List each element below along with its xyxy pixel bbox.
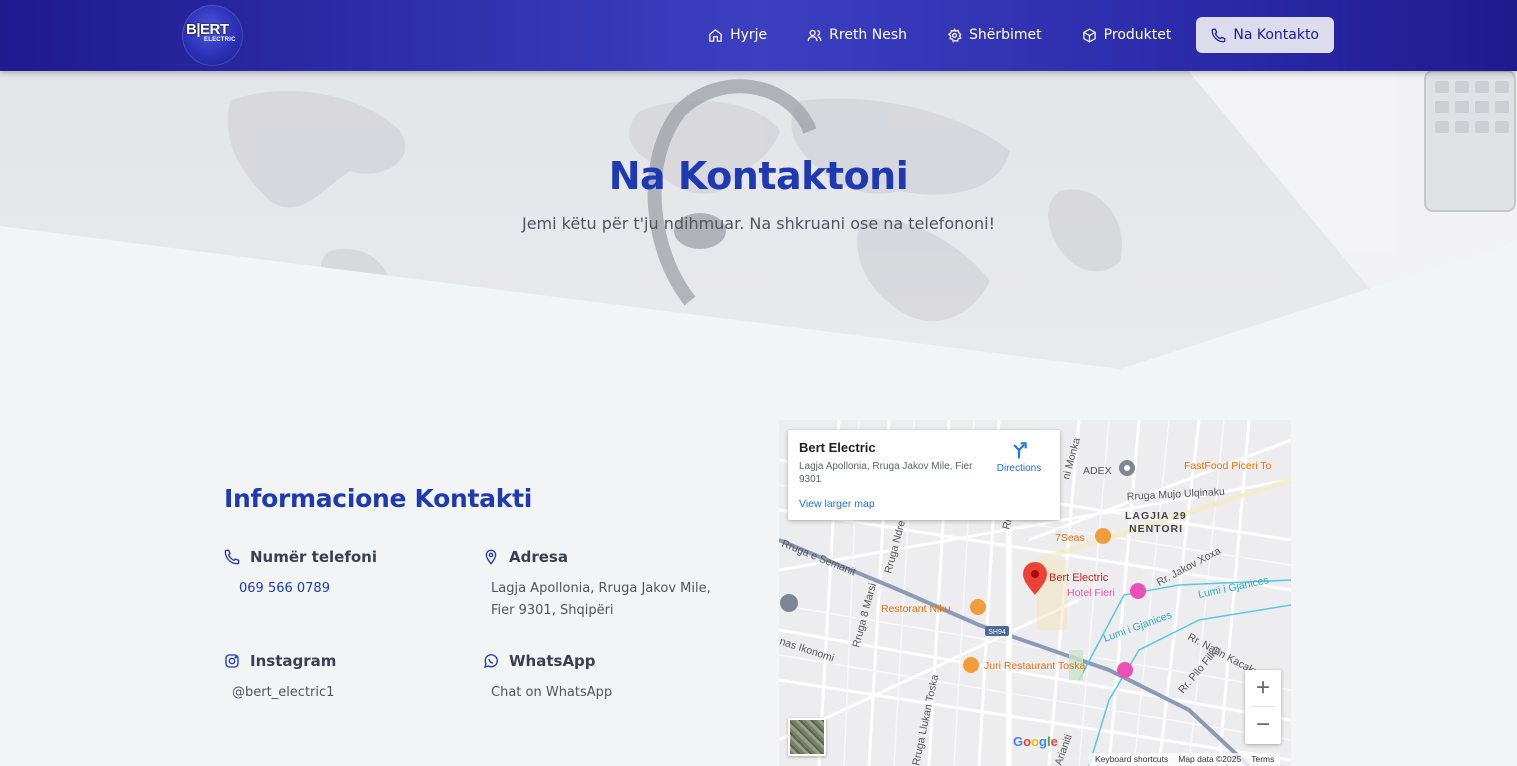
map-marker-label: Bert Electric <box>1049 572 1109 584</box>
hero-section: Na Kontaktoni Jemi këtu për t'ju ndihmua… <box>0 71 1517 371</box>
contact-address: Adresa Lagja Apollonia, Rruga Jakov Mile… <box>483 548 733 622</box>
logo[interactable]: B|ERT ELECTRIC <box>182 5 243 66</box>
directions-label: Directions <box>996 463 1042 474</box>
phone-number-link[interactable]: 069 566 0789 <box>224 578 464 600</box>
map-label-niku: Restorant Niku <box>881 603 951 615</box>
directions-icon <box>1013 442 1027 459</box>
address-text: Lagja Apollonia, Rruga Jakov Mile, Fier … <box>491 581 711 618</box>
map-place-address: Lagja Apollonia, Rruga Jakov Mile, Fier … <box>799 461 973 485</box>
whatsapp-link[interactable]: Chat on WhatsApp <box>483 682 733 704</box>
logo-subtext: ELECTRIC <box>204 37 236 43</box>
contact-address-head: Adresa <box>483 548 733 566</box>
keyboard-shortcuts-link[interactable]: Keyboard shortcuts <box>1095 754 1168 765</box>
contact-whatsapp: WhatsApp Chat on WhatsApp <box>483 652 733 704</box>
phone-icon <box>1211 28 1226 42</box>
navbar: B|ERT ELECTRIC Hyrje Rreth Nesh Shërbime… <box>0 0 1517 71</box>
nav-item-produktet[interactable]: Produktet <box>1067 17 1187 53</box>
map-footer: Keyboard shortcuts Map data ©2025 Terms <box>1089 753 1281 766</box>
contact-phone-label: Numër telefoni <box>250 548 377 566</box>
page-title: Na Kontaktoni <box>608 154 909 198</box>
nav-item-label: Shërbimet <box>969 27 1042 43</box>
zoom-out-button[interactable]: − <box>1245 707 1281 743</box>
nav-item-label: Na Kontakto <box>1233 27 1319 43</box>
instagram-icon <box>225 654 239 668</box>
terms-link[interactable]: Terms <box>1251 754 1274 765</box>
map-label-sh94: SH94 <box>988 629 1006 636</box>
instagram-link[interactable]: @bert_electric1 <box>224 682 464 704</box>
map-label-7seas: 7Seas <box>1055 532 1085 544</box>
home-icon <box>709 28 722 42</box>
view-larger-map-link[interactable]: View larger map <box>799 498 875 510</box>
nav-item-label: Hyrje <box>730 27 768 43</box>
whatsapp-icon <box>484 654 498 668</box>
page-subtitle: Jemi këtu për t'ju ndihmuar. Na shkruani… <box>521 214 996 233</box>
nav-item-hyrje[interactable]: Hyrje <box>693 17 782 53</box>
box-icon <box>1082 28 1096 42</box>
contact-instagram-label: Instagram <box>250 652 337 670</box>
nav-item-rreth-nesh[interactable]: Rreth Nesh <box>792 17 922 53</box>
map-label-fastfood: FastFood Piceri To <box>1184 460 1272 472</box>
nav-item-label: Rreth Nesh <box>829 27 908 43</box>
contact-whatsapp-head: WhatsApp <box>483 652 733 670</box>
contact-instagram-head: Instagram <box>224 652 464 670</box>
nav-item-na-kontakto[interactable]: Na Kontakto <box>1196 17 1334 53</box>
map-label-lagjia-1: LAGJIA 29 <box>1125 510 1187 522</box>
nav-item-label: Produktet <box>1103 27 1172 43</box>
zoom-in-button[interactable]: + <box>1245 670 1281 706</box>
contact-instagram: Instagram @bert_electric1 <box>224 652 464 704</box>
users-icon <box>807 29 822 41</box>
contact-info-title: Informacione Kontakti <box>224 484 532 513</box>
map-label-adex: ADEX <box>1083 465 1112 477</box>
google-logo: Google <box>1013 734 1058 749</box>
satellite-toggle[interactable] <box>788 718 826 756</box>
contact-phone: Numër telefoni 069 566 0789 <box>224 548 464 600</box>
map-pin-icon <box>485 549 497 565</box>
google-map[interactable]: ADEX Rruga Mujo Ulqinaku LAGJIA 29 NENTO… <box>779 420 1291 766</box>
nav-item-sherbimet[interactable]: Shërbimet <box>932 17 1057 53</box>
logo-text: B|ERT <box>186 21 229 38</box>
directions-button[interactable]: Directions <box>984 440 1054 474</box>
contact-whatsapp-label: WhatsApp <box>509 652 596 670</box>
nav-menu: Hyrje Rreth Nesh Shërbimet Produktet Na … <box>683 17 1334 53</box>
phone-icon <box>224 549 240 565</box>
map-label-juri: Juri Restaurant Toska <box>984 660 1086 672</box>
map-label-hotel: Hotel Fieri <box>1067 587 1115 599</box>
contact-address-label: Adresa <box>509 548 568 566</box>
map-data-text: Map data ©2025 <box>1178 754 1242 764</box>
contact-phone-head: Numër telefoni <box>224 548 464 566</box>
map-label-lagjia-2: NENTORI <box>1129 523 1183 535</box>
map-place-card: Bert Electric Lagja Apollonia, Rruga Jak… <box>788 430 1060 520</box>
map-zoom-control: + − <box>1245 670 1281 744</box>
gear-icon <box>947 27 962 43</box>
map-place-name: Bert Electric <box>799 440 876 455</box>
